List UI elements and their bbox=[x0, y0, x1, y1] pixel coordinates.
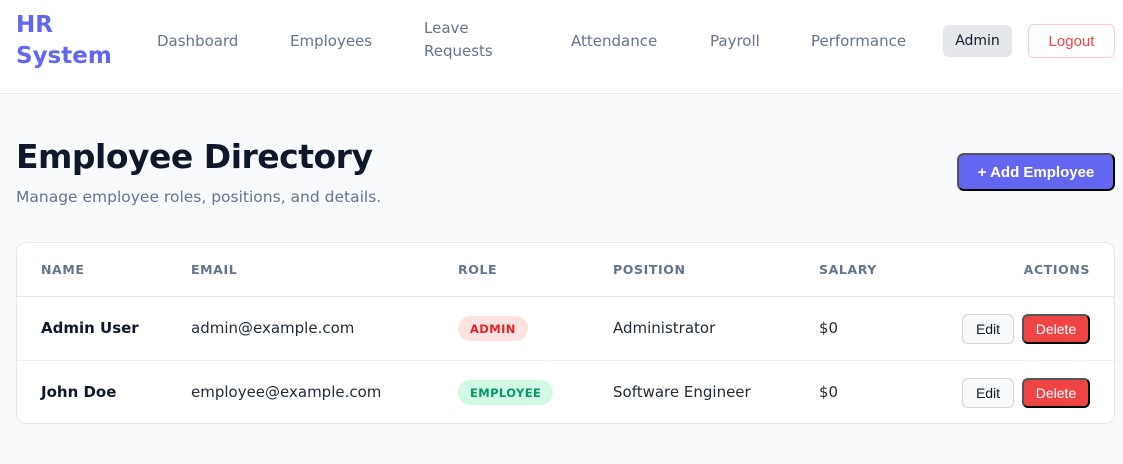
edit-button[interactable]: Edit bbox=[962, 314, 1014, 344]
column-header-salary: SALARY bbox=[819, 262, 877, 277]
employee-salary: $0 bbox=[819, 319, 839, 337]
employee-table: NAME EMAIL ROLE POSITION SALARY ACTIONS … bbox=[16, 242, 1115, 424]
delete-button[interactable]: Delete bbox=[1022, 378, 1090, 408]
column-header-position: POSITION bbox=[613, 262, 686, 277]
page-subtitle: Manage employee roles, positions, and de… bbox=[16, 188, 382, 206]
user-role-badge: Admin bbox=[943, 25, 1012, 57]
column-header-name: NAME bbox=[41, 262, 85, 277]
nav-item-attendance[interactable]: Attendance bbox=[571, 30, 657, 53]
edit-button[interactable]: Edit bbox=[962, 378, 1014, 408]
logout-button[interactable]: Logout bbox=[1028, 24, 1115, 58]
table-header: NAME EMAIL ROLE POSITION SALARY ACTIONS bbox=[17, 243, 1114, 297]
nav-item-dashboard[interactable]: Dashboard bbox=[157, 30, 238, 53]
column-header-email: EMAIL bbox=[191, 262, 238, 277]
brand-logo[interactable]: HR System bbox=[16, 10, 126, 72]
table-row: Admin User admin@example.com ADMIN Admin… bbox=[17, 297, 1114, 361]
top-navbar: HR System Dashboard Employees Leave Requ… bbox=[0, 0, 1123, 94]
role-badge: ADMIN bbox=[458, 316, 528, 341]
employee-name: John Doe bbox=[41, 383, 117, 401]
employee-salary: $0 bbox=[819, 383, 839, 401]
column-header-actions: ACTIONS bbox=[1023, 262, 1090, 277]
role-badge: EMPLOYEE bbox=[458, 380, 554, 405]
table-row: John Doe employee@example.com EMPLOYEE S… bbox=[17, 361, 1114, 423]
employee-email: admin@example.com bbox=[191, 319, 355, 337]
employee-position: Software Engineer bbox=[613, 383, 751, 401]
nav-item-payroll[interactable]: Payroll bbox=[710, 30, 760, 53]
nav-item-employees[interactable]: Employees bbox=[290, 30, 372, 53]
page-title: Employee Directory bbox=[16, 137, 373, 176]
column-header-role: ROLE bbox=[458, 262, 498, 277]
delete-button[interactable]: Delete bbox=[1022, 314, 1090, 344]
employee-position: Administrator bbox=[613, 319, 716, 337]
employee-email: employee@example.com bbox=[191, 383, 382, 401]
nav-item-performance[interactable]: Performance bbox=[811, 30, 906, 53]
add-employee-button[interactable]: + Add Employee bbox=[957, 153, 1115, 191]
employee-name: Admin User bbox=[41, 319, 139, 337]
nav-item-leave-requests[interactable]: Leave Requests bbox=[424, 17, 504, 63]
